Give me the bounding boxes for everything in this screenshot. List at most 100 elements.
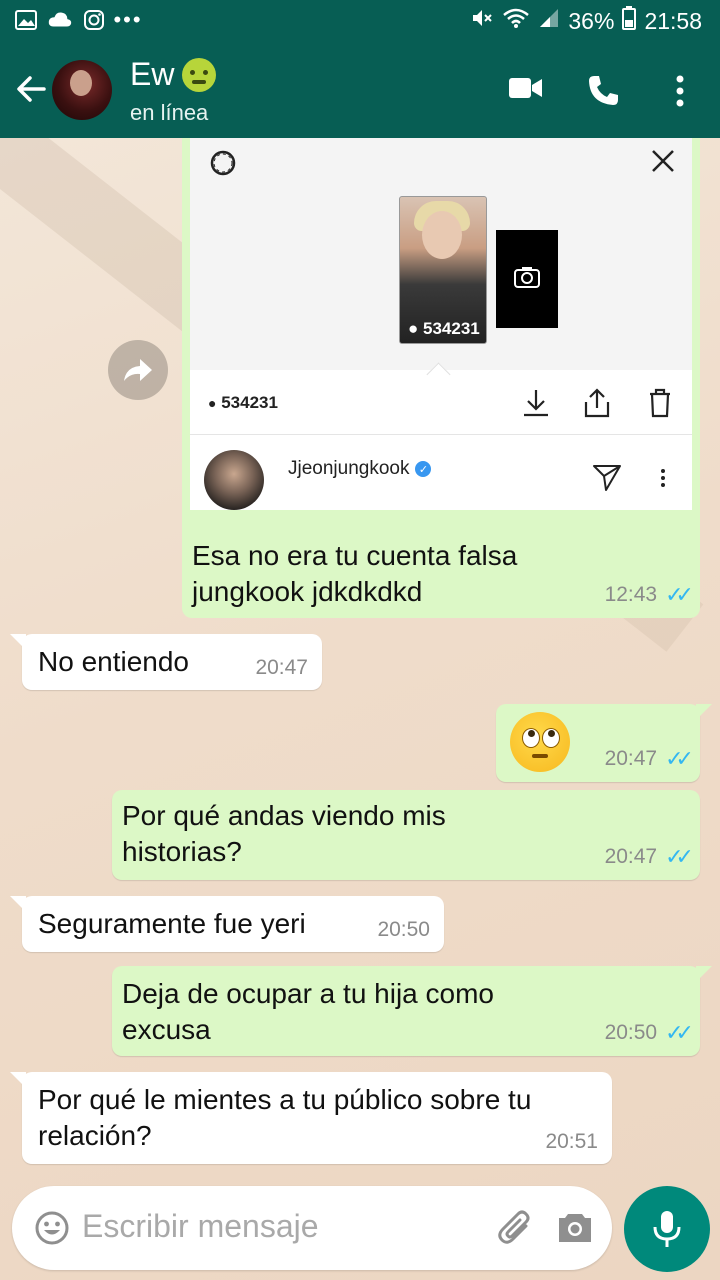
message-line: historias? bbox=[122, 836, 242, 867]
message-text: Por qué le mientes a tu público sobre tu… bbox=[38, 1082, 531, 1154]
emoji-mouth bbox=[532, 754, 548, 758]
story-views-value: 534231 bbox=[423, 319, 480, 338]
message-meta: 12:43 ✓✓ bbox=[604, 582, 694, 608]
emoji-eye bbox=[542, 728, 560, 748]
phone-call-icon[interactable] bbox=[586, 74, 620, 108]
camera-icon[interactable] bbox=[556, 1210, 594, 1244]
outgoing-message[interactable]: Deja de ocupar a tu hija como excusa 20:… bbox=[112, 966, 712, 1056]
chat-header: Ew en línea bbox=[0, 42, 720, 138]
message-text: Esa no era tu cuenta falsa jungkook jdkd… bbox=[192, 538, 517, 610]
battery-percent: 36% bbox=[568, 7, 615, 34]
clock: 21:58 bbox=[644, 7, 702, 34]
forward-icon bbox=[124, 359, 152, 381]
message-line: relación? bbox=[38, 1120, 152, 1151]
message-input-bar[interactable]: Escribir mensaje bbox=[12, 1186, 612, 1270]
views-value: 534231 bbox=[221, 393, 278, 412]
read-receipt-icon: ✓✓ bbox=[665, 844, 694, 869]
message-line: excusa bbox=[122, 1014, 211, 1045]
message-text: Seguramente fue yeri bbox=[38, 908, 306, 939]
emoji-pupil bbox=[528, 730, 535, 737]
message-line: jungkook jdkdkdkd bbox=[192, 576, 423, 607]
bubble-tail bbox=[696, 966, 712, 982]
read-receipt-icon: ✓✓ bbox=[665, 1020, 694, 1045]
instagram-screenshot[interactable]: ● 534231 ● 534231 Jjeonjungkook ✓ bbox=[190, 138, 692, 510]
more-dots-icon: ••• bbox=[113, 7, 143, 32]
message-text: Deja de ocupar a tu hija como excusa bbox=[122, 976, 494, 1048]
menu-icon[interactable] bbox=[674, 74, 686, 108]
contact-avatar[interactable] bbox=[52, 60, 112, 120]
message-line: Esa no era tu cuenta falsa bbox=[192, 540, 518, 571]
profile-picture bbox=[204, 450, 264, 510]
message-line: Por qué le mientes a tu público sobre tu bbox=[38, 1084, 532, 1115]
emoji-pupil bbox=[548, 730, 555, 737]
cloud-icon bbox=[48, 8, 72, 32]
settings-gear-icon bbox=[210, 150, 236, 176]
message-time: 20:47 bbox=[604, 845, 658, 868]
instagram-icon bbox=[82, 8, 106, 32]
username: Jjeonjungkook bbox=[288, 458, 410, 479]
incoming-message[interactable]: No entiendo 20:47 bbox=[10, 634, 322, 690]
share-icon bbox=[584, 388, 610, 418]
message-time: 20:50 bbox=[604, 1021, 658, 1044]
message-meta: 20:51 bbox=[545, 1130, 598, 1154]
contact-status: en línea bbox=[130, 100, 209, 125]
message-time: 20:47 bbox=[255, 656, 308, 679]
bubble-tail bbox=[10, 1072, 26, 1088]
video-call-icon[interactable] bbox=[508, 74, 544, 102]
message-line: Por qué andas viendo mis bbox=[122, 800, 446, 831]
contact-name-wrap[interactable]: Ew bbox=[130, 56, 217, 93]
divider bbox=[190, 434, 692, 435]
send-icon bbox=[593, 465, 621, 491]
message-time: 20:47 bbox=[604, 747, 658, 770]
message-text: Por qué andas viendo mis historias? bbox=[122, 798, 446, 870]
incoming-message[interactable]: Seguramente fue yeri 20:50 bbox=[10, 896, 444, 952]
username-row: Jjeonjungkook ✓ bbox=[288, 458, 432, 480]
message-input[interactable]: Escribir mensaje bbox=[82, 1208, 319, 1245]
nauseated-emoji-icon bbox=[182, 57, 217, 92]
delete-icon bbox=[650, 388, 670, 418]
mic-button[interactable] bbox=[624, 1186, 710, 1272]
mic-icon bbox=[653, 1211, 681, 1247]
image-message[interactable]: ● 534231 ● 534231 Jjeonjungkook ✓ Esa no… bbox=[182, 138, 700, 618]
message-time: 12:43 bbox=[604, 583, 658, 606]
emoji-icon[interactable] bbox=[34, 1210, 70, 1246]
wifi-icon bbox=[502, 7, 530, 35]
story-view-count: ● 534231 bbox=[408, 319, 480, 338]
download-icon bbox=[524, 390, 548, 417]
message-line: Deja de ocupar a tu hija como bbox=[122, 978, 494, 1009]
outgoing-message[interactable]: Por qué andas viendo mis historias? 20:4… bbox=[112, 790, 700, 880]
more-vertical-icon bbox=[661, 469, 665, 487]
close-icon bbox=[652, 150, 674, 172]
story-placeholder bbox=[496, 230, 558, 328]
eye-icon: ● bbox=[208, 395, 217, 411]
read-receipt-icon: ✓✓ bbox=[665, 582, 694, 607]
message-meta: 20:50 bbox=[377, 918, 430, 942]
back-arrow-icon[interactable] bbox=[14, 72, 48, 106]
bubble-tail bbox=[696, 704, 712, 720]
contact-name: Ew bbox=[130, 56, 175, 92]
message-meta: 20:47 ✓✓ bbox=[604, 844, 694, 870]
signal-icon bbox=[538, 7, 560, 35]
rolling-eyes-emoji-icon bbox=[510, 712, 570, 772]
camera-icon bbox=[514, 267, 540, 288]
message-text: No entiendo bbox=[38, 646, 190, 677]
verified-icon: ✓ bbox=[415, 461, 432, 477]
message-meta: 20:47 bbox=[255, 656, 308, 680]
attach-icon[interactable] bbox=[498, 1208, 534, 1248]
message-meta: 20:50 ✓✓ bbox=[604, 1020, 694, 1046]
bubble-tail bbox=[10, 634, 26, 650]
read-receipt-icon: ✓✓ bbox=[665, 746, 694, 771]
story-face bbox=[422, 211, 462, 259]
views-count: ● 534231 bbox=[208, 393, 278, 413]
incoming-message[interactable]: Por qué le mientes a tu público sobre tu… bbox=[10, 1072, 612, 1164]
mute-icon bbox=[470, 6, 494, 36]
emoji-eye bbox=[522, 728, 540, 748]
story-thumbnail: ● 534231 bbox=[399, 196, 487, 344]
message-time: 20:51 bbox=[545, 1130, 598, 1153]
bubble-tail bbox=[10, 896, 26, 912]
status-bar: ••• 36% 21:58 bbox=[0, 0, 720, 42]
message-meta: 20:47 ✓✓ bbox=[604, 746, 694, 772]
image-icon bbox=[14, 8, 38, 32]
outgoing-message[interactable]: 20:47 ✓✓ bbox=[496, 704, 712, 782]
forward-button[interactable] bbox=[108, 340, 168, 400]
